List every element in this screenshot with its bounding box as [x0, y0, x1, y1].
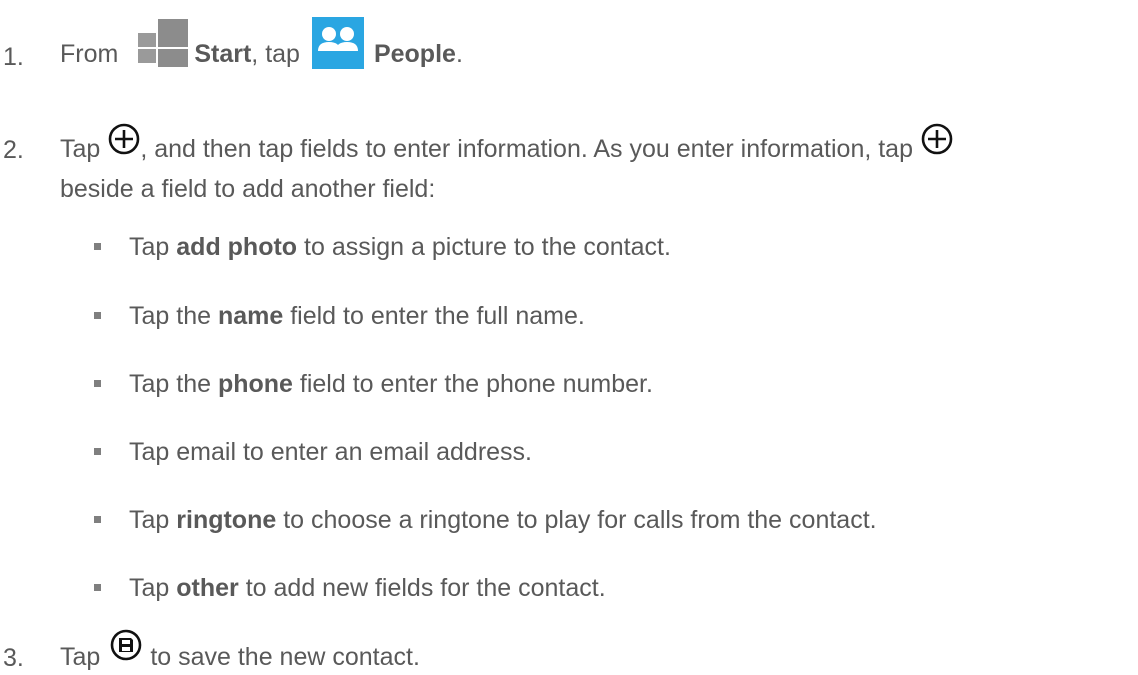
add-circle-icon — [108, 123, 140, 162]
bullet-marker — [94, 584, 101, 591]
list-item-text: Tap the name field to enter the full nam… — [129, 302, 585, 331]
step-2-line-1-text: , and then tap fields to enter informati… — [140, 135, 913, 163]
step-text: From Start , tap People . — [60, 16, 463, 76]
list-item-post: to choose a ringtone to play for calls f… — [276, 506, 877, 534]
step-text-from: From — [60, 40, 119, 68]
step-number: 3. — [3, 644, 24, 672]
people-label: People — [373, 40, 456, 68]
list-item-text: Tap the phone field to enter the phone n… — [129, 370, 653, 399]
list-item-bold: other — [176, 574, 239, 602]
list-item-bold: add photo — [176, 233, 298, 261]
list-item-bold: ringtone — [176, 506, 277, 534]
list-item-post: to assign a picture to the contact. — [297, 233, 671, 261]
list-item-pre: Tap — [129, 506, 177, 534]
tap-word: Tap — [60, 135, 101, 163]
bullet-marker — [94, 516, 101, 523]
step-3-text: to save the new contact. — [150, 643, 420, 671]
bullet-marker — [94, 243, 101, 250]
add-circle-icon — [921, 123, 953, 162]
step-2: 2. Tap , and then tap fields to enter in… — [0, 108, 1138, 203]
list-item-pre: Tap — [129, 574, 177, 602]
start-label: Start — [194, 40, 252, 68]
list-item-pre: Tap — [129, 233, 177, 261]
people-tile-icon — [311, 17, 364, 76]
tap-separator: , tap — [251, 40, 300, 68]
list-item-post: field to enter the phone number. — [292, 370, 653, 398]
save-circle-icon — [110, 629, 142, 668]
bullet-marker — [94, 448, 101, 455]
step-number: 1. — [3, 43, 24, 71]
step-3: 3. Tap to save the new contact. — [0, 618, 1138, 674]
windows-start-icon — [138, 17, 189, 76]
tap-word: Tap — [60, 643, 101, 671]
list-item-pre: Tap email to enter an email address. — [129, 438, 532, 466]
bullet-marker — [94, 380, 101, 387]
list-item-post: to add new fields for the contact. — [238, 574, 606, 602]
list-item-bold: phone — [217, 370, 293, 398]
list-item-pre: Tap the — [129, 370, 218, 398]
step-number: 2. — [3, 136, 24, 164]
step-line-1: Tap , and then tap fields to enter infor… — [60, 108, 953, 168]
list-item-text: Tap ringtone to choose a ringtone to pla… — [129, 506, 877, 535]
list-item-text: Tap add photo to assign a picture to the… — [129, 233, 671, 262]
list-item-text: Tap email to enter an email address. — [129, 438, 532, 467]
list-item-text: Tap other to add new fields for the cont… — [129, 574, 606, 603]
list-item-post: field to enter the full name. — [283, 302, 585, 330]
step-end: . — [455, 40, 463, 68]
list-item-pre: Tap the — [129, 302, 218, 330]
bullet-marker — [94, 312, 101, 319]
step-2-line-2-text: beside a field to add another field: — [60, 175, 436, 203]
list-item-bold: name — [217, 302, 284, 330]
step-text: Tap to save the new contact. — [60, 618, 420, 674]
